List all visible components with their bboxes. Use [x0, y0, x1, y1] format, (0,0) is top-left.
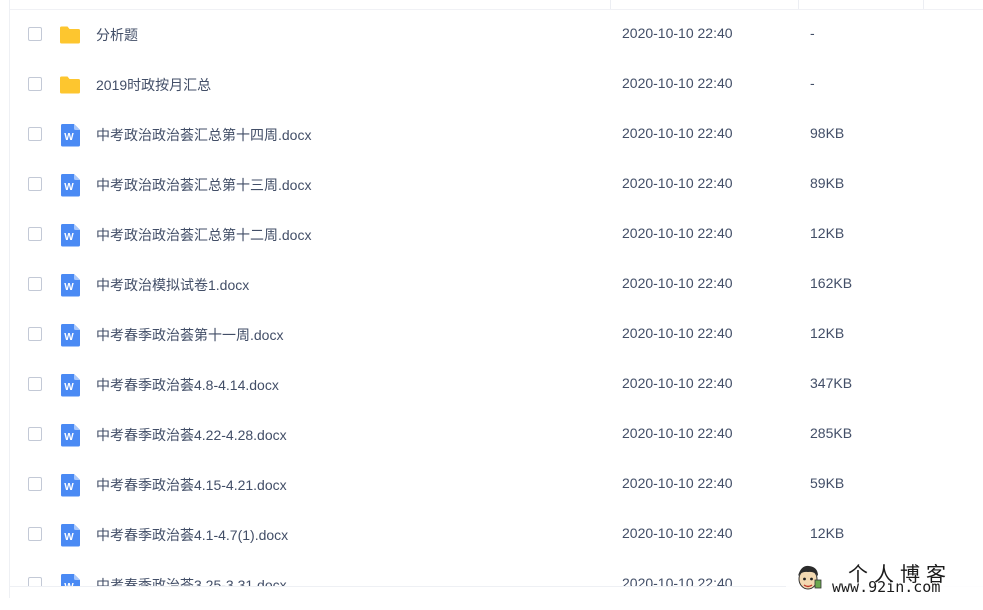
cartoon-avatar-icon — [798, 565, 822, 590]
file-size: 285KB — [810, 425, 853, 441]
file-size: - — [810, 75, 815, 91]
column-divider — [923, 0, 924, 9]
file-size: 162KB — [810, 275, 853, 291]
file-row[interactable]: W 中考春季政治荟4.15-4.21.docx 2020-10-10 22:40 59… — [10, 460, 983, 510]
row-checkbox[interactable] — [28, 327, 42, 341]
file-modified-date: 2020-10-10 22:40 — [622, 175, 733, 191]
file-row[interactable]: W 中考春季政治荟第十一周.docx 2020-10-10 22:40 12KB — [10, 310, 983, 360]
folder-icon — [58, 73, 82, 97]
file-modified-date: 2020-10-10 22:40 — [622, 125, 733, 141]
file-size: 347KB — [810, 375, 853, 391]
file-name-link[interactable]: 分析题 — [96, 25, 138, 45]
svg-text:W: W — [64, 232, 74, 243]
file-name-link[interactable]: 2019时政按月汇总 — [96, 75, 211, 95]
file-row[interactable]: W 中考春季政治荟4.8-4.14.docx 2020-10-10 22:40 347… — [10, 360, 983, 410]
file-size: 12KB — [810, 525, 845, 541]
file-modified-date: 2020-10-10 22:40 — [622, 525, 733, 541]
svg-text:W: W — [64, 182, 74, 193]
file-name-link[interactable]: 中考春季政治荟4.8-4.14.docx — [96, 375, 279, 395]
file-name-link[interactable]: 中考春季政治荟4.15-4.21.docx — [96, 475, 287, 495]
svg-text:W: W — [64, 482, 74, 493]
svg-text:W: W — [64, 132, 74, 143]
row-checkbox[interactable] — [28, 127, 42, 141]
row-checkbox[interactable] — [28, 77, 42, 91]
watermark-url: www.92in.com — [832, 578, 941, 596]
file-row[interactable]: W 中考春季政治荟4.22-4.28.docx 2020-10-10 22:40 28… — [10, 410, 983, 460]
row-checkbox[interactable] — [28, 377, 42, 391]
row-checkbox[interactable] — [28, 477, 42, 491]
file-modified-date: 2020-10-10 22:40 — [622, 325, 733, 341]
file-row[interactable]: 分析题 2020-10-10 22:40 - — [10, 10, 983, 60]
row-checkbox[interactable] — [28, 227, 42, 241]
file-modified-date: 2020-10-10 22:40 — [622, 375, 733, 391]
file-modified-date: 2020-10-10 22:40 — [622, 75, 733, 91]
file-name-link[interactable]: 中考春季政治荟第十一周.docx — [96, 325, 283, 345]
file-modified-date: 2020-10-10 22:40 — [622, 25, 733, 41]
file-size: - — [810, 25, 815, 41]
word-doc-icon: W — [58, 373, 82, 397]
file-name-link[interactable]: 中考政治政治荟汇总第十二周.docx — [96, 225, 311, 245]
word-doc-icon: W — [58, 523, 82, 547]
word-doc-icon: W — [58, 473, 82, 497]
file-size: 89KB — [810, 175, 845, 191]
svg-text:W: W — [64, 532, 74, 543]
svg-text:W: W — [64, 382, 74, 393]
row-checkbox[interactable] — [28, 277, 42, 291]
file-modified-date: 2020-10-10 22:40 — [622, 475, 733, 491]
file-modified-date: 2020-10-10 22:40 — [622, 425, 733, 441]
file-modified-date: 2020-10-10 22:40 — [622, 225, 733, 241]
column-divider — [610, 0, 611, 9]
file-modified-date: 2020-10-10 22:40 — [622, 275, 733, 291]
word-doc-icon: W — [58, 173, 82, 197]
word-doc-icon: W — [58, 323, 82, 347]
file-name-link[interactable]: 中考政治政治荟汇总第十四周.docx — [96, 125, 311, 145]
file-size: 12KB — [810, 325, 845, 341]
word-doc-icon: W — [58, 123, 82, 147]
file-row[interactable]: 2019时政按月汇总 2020-10-10 22:40 - — [10, 60, 983, 110]
file-name-link[interactable]: 中考春季政治荟4.1-4.7(1).docx — [96, 525, 288, 545]
row-checkbox[interactable] — [28, 427, 42, 441]
file-name-link[interactable]: 中考政治模拟试卷1.docx — [96, 275, 249, 295]
word-doc-icon: W — [58, 273, 82, 297]
svg-text:W: W — [64, 282, 74, 293]
word-doc-icon: W — [58, 223, 82, 247]
svg-text:W: W — [64, 432, 74, 443]
row-checkbox[interactable] — [28, 527, 42, 541]
file-row[interactable]: W 中考春季政治荟4.1-4.7(1).docx 2020-10-10 22:40 1… — [10, 510, 983, 560]
column-header-strip — [10, 0, 983, 10]
file-name-link[interactable]: 中考春季政治荟4.22-4.28.docx — [96, 425, 287, 445]
svg-text:W: W — [64, 332, 74, 343]
file-row[interactable]: W 中考政治模拟试卷1.docx 2020-10-10 22:40 162KB — [10, 260, 983, 310]
file-row[interactable]: W 中考政治政治荟汇总第十四周.docx 2020-10-10 22:40 98KB — [10, 110, 983, 160]
file-list: 分析题 2020-10-10 22:40 - 2019时政按月汇总 2020-10-10… — [10, 10, 983, 610]
word-doc-icon: W — [58, 423, 82, 447]
watermark: 个人博客 www.92in.com — [786, 556, 983, 598]
folder-icon — [58, 23, 82, 47]
row-checkbox[interactable] — [28, 177, 42, 191]
file-row[interactable]: W 中考政治政治荟汇总第十三周.docx 2020-10-10 22:40 89KB — [10, 160, 983, 210]
file-row[interactable]: W 中考政治政治荟汇总第十二周.docx 2020-10-10 22:40 12KB — [10, 210, 983, 260]
file-name-link[interactable]: 中考政治政治荟汇总第十三周.docx — [96, 175, 311, 195]
column-divider — [798, 0, 799, 9]
row-checkbox[interactable] — [28, 27, 42, 41]
file-size: 59KB — [810, 475, 845, 491]
file-size: 98KB — [810, 125, 845, 141]
file-size: 12KB — [810, 225, 845, 241]
